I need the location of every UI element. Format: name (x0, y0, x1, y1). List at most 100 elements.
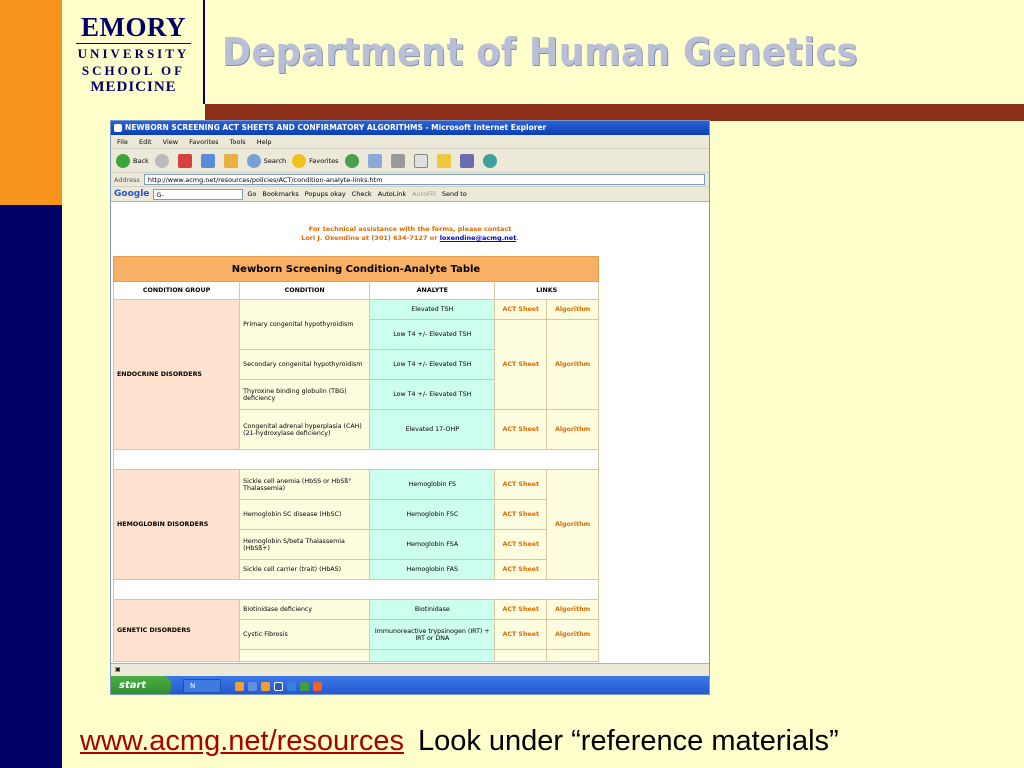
google-go-button[interactable]: Go (247, 190, 256, 198)
condition-cell: Congenital adrenal hyperplasia (CAH) (21… (239, 409, 371, 450)
menu-file[interactable]: File (117, 138, 128, 146)
home-icon (223, 153, 238, 168)
contact-line-1: For technical assistance with the forms,… (308, 225, 512, 233)
folder-button[interactable] (436, 153, 454, 168)
algorithm-link[interactable]: Algorithm (546, 599, 599, 620)
page-content: For technical assistance with the forms,… (111, 203, 709, 663)
contact-email-link[interactable]: loxendine@acmg.net (440, 234, 517, 242)
header-links: LINKS (494, 281, 599, 300)
emory-logo: EMORY UNIVERSITY SCHOOL OF MEDICINE (62, 0, 205, 104)
act-sheet-link[interactable]: ACT Sheet (494, 299, 548, 320)
google-search-input[interactable]: G- (153, 188, 244, 200)
analyte-cell: Hemoglobin FSA (369, 529, 496, 560)
firefox-icon[interactable] (313, 681, 322, 691)
condition-cell: Primary congenital hypothyroidism (239, 299, 371, 350)
forward-button[interactable] (154, 153, 172, 168)
menu-help[interactable]: Help (257, 138, 272, 146)
messenger-button[interactable] (482, 153, 500, 168)
logo-school-of: SCHOOL OF (81, 63, 186, 78)
slide-caption: www.acmg.net/resources Look under “refere… (80, 725, 839, 758)
print-button[interactable] (390, 153, 408, 168)
act-sheet-link[interactable]: ACT Sheet (494, 529, 548, 560)
quicklaunch-icon[interactable] (235, 681, 244, 691)
start-button[interactable]: start (111, 676, 171, 694)
table-separator (113, 579, 599, 600)
back-arrow-icon (116, 153, 130, 168)
condition-cell: Sickle cell carrier (trait) (HbAS) (239, 559, 371, 580)
check-button[interactable]: Check (352, 190, 372, 198)
menu-tools[interactable]: Tools (230, 138, 246, 146)
quicklaunch-icon[interactable] (248, 681, 257, 691)
condition-cell: Biotinidase deficiency (239, 599, 371, 620)
popups-button[interactable]: Popups okay (305, 190, 346, 198)
quicklaunch-icon[interactable] (261, 681, 270, 691)
link-cell (494, 649, 548, 662)
analyte-cell: Low T4 +/- Elevated TSH (369, 349, 496, 380)
browser-window: NEWBORN SCREENING ACT SHEETS AND CONFIRM… (110, 120, 710, 695)
folder-icon (436, 153, 451, 168)
condition-cell: Sickle cell anemia (HbSS or HbSß° Thalas… (239, 469, 371, 500)
menu-bar: File Edit View Favorites Tools Help (111, 135, 709, 149)
analyte-cell: Elevated TSH (369, 299, 496, 320)
algorithm-link[interactable]: Algorithm (546, 409, 599, 450)
autofill-button[interactable]: AutoFill (412, 190, 436, 198)
act-sheet-link[interactable]: ACT Sheet (494, 619, 548, 650)
analyte-cell: Immunoreactive trypsinogen (IRT) + IRT o… (369, 619, 496, 650)
header-analyte: ANALYTE (369, 281, 496, 300)
algorithm-link[interactable]: Algorithm (546, 319, 599, 410)
history-button[interactable] (344, 153, 362, 168)
quicklaunch-icon[interactable] (300, 681, 309, 691)
menu-favorites[interactable]: Favorites (189, 138, 218, 146)
back-button[interactable]: Back (116, 153, 149, 168)
menu-view[interactable]: View (163, 138, 178, 146)
logo-medicine: MEDICINE (90, 79, 177, 95)
menu-edit[interactable]: Edit (139, 138, 152, 146)
favorites-button[interactable]: Favorites (292, 153, 339, 168)
refresh-icon (200, 153, 215, 168)
act-sheet-link[interactable]: ACT Sheet (494, 559, 548, 580)
condition-cell: Hemoglobin S/beta Thalassemia (HbSß+) (239, 529, 371, 560)
header-condition-group: CONDITION GROUP (112, 281, 241, 300)
forward-arrow-icon (154, 153, 169, 168)
bookmarks-button[interactable]: Bookmarks (262, 190, 298, 198)
condition-analyte-table: Newborn Screening Condition-Analyte Tabl… (112, 256, 599, 662)
act-sheet-link[interactable]: ACT Sheet (494, 319, 548, 410)
word-icon[interactable] (274, 681, 283, 691)
table-title: Newborn Screening Condition-Analyte Tabl… (113, 256, 599, 282)
home-button[interactable] (223, 153, 241, 168)
address-bar: Address http://www.acmg.net/resources/po… (111, 173, 709, 187)
act-sheet-link[interactable]: ACT Sheet (494, 599, 548, 620)
page-status-icon: ▣ (115, 666, 121, 673)
acmg-resources-link[interactable]: www.acmg.net/resources (80, 725, 404, 757)
research-button[interactable] (459, 153, 477, 168)
stop-button[interactable] (177, 153, 195, 168)
ie-icon (114, 124, 122, 132)
condition-cell: Thyroxine binding globulin (TBG) deficie… (239, 379, 371, 410)
search-button[interactable]: Search (246, 153, 286, 168)
logo-university: UNIVERSITY (77, 46, 190, 61)
mail-button[interactable] (367, 153, 385, 168)
algorithm-link[interactable]: Algorithm (546, 619, 599, 650)
group-endocrine: ENDOCRINE DISORDERS (112, 299, 241, 450)
condition-cell (239, 649, 371, 662)
condition-cell: Hemoglobin SC disease (HbSC) (239, 499, 371, 530)
taskbar-item[interactable]: N (183, 679, 221, 693)
analyte-cell: Low T4 +/- Elevated TSH (369, 319, 496, 350)
act-sheet-link[interactable]: ACT Sheet (494, 469, 548, 500)
table-separator (113, 449, 599, 470)
algorithm-link[interactable]: Algorithm (546, 299, 599, 320)
google-logo: Google (114, 189, 150, 199)
address-input[interactable]: http://www.acmg.net/resources/policies/A… (143, 174, 705, 185)
analyte-cell: Hemoglobin FS (369, 469, 496, 500)
send-to-button[interactable]: Send to (442, 190, 467, 198)
condition-cell: Cystic Fibrosis (239, 619, 371, 650)
window-titlebar: NEWBORN SCREENING ACT SHEETS AND CONFIRM… (111, 121, 709, 135)
google-toolbar: Google G- Go Bookmarks Popups okay Check… (111, 187, 709, 202)
algorithm-link[interactable]: Algorithm (546, 469, 599, 580)
autolink-button[interactable]: AutoLink (378, 190, 406, 198)
edit-button[interactable] (413, 153, 431, 168)
ie-icon[interactable] (287, 681, 296, 691)
act-sheet-link[interactable]: ACT Sheet (494, 499, 548, 530)
refresh-button[interactable] (200, 153, 218, 168)
act-sheet-link[interactable]: ACT Sheet (494, 409, 548, 450)
